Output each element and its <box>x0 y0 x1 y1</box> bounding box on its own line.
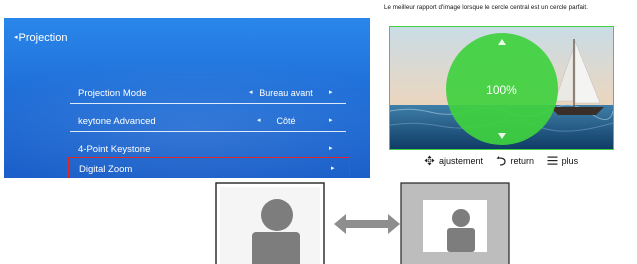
row-divider <box>70 131 346 132</box>
zoom-value-label: 100% <box>486 83 517 97</box>
back-caret-icon[interactable]: ◂ <box>14 34 18 41</box>
menu-row-value: Bureau avant <box>259 88 313 98</box>
double-arrow-icon <box>334 214 400 234</box>
arrow-left-icon[interactable]: ◂ <box>257 116 261 124</box>
dpad-icon <box>424 155 435 166</box>
legend-adjust-label: ajustement <box>439 156 484 166</box>
arrow-right-icon[interactable]: ▸ <box>329 116 333 124</box>
arrow-left-icon[interactable]: ◂ <box>249 88 253 96</box>
menu-lines-icon <box>547 156 558 165</box>
projection-menu-panel: ◂Projection Projection Mode ◂ Bureau ava… <box>4 18 370 178</box>
arrow-right-icon[interactable]: ▸ <box>331 164 335 172</box>
menu-row-label: 4-Point Keystone <box>78 144 151 155</box>
menu-row-value: Côté <box>276 116 296 126</box>
full-frame-illustration <box>215 182 325 264</box>
control-legend: ajustement return plus <box>424 155 588 166</box>
menu-row-digital-zoom-selected[interactable]: Digital Zoom ▸ <box>68 157 350 178</box>
caption-text: Le meilleur rapport d'image lorsque le c… <box>384 4 588 11</box>
menu-row-label: keytone Advanced <box>78 116 156 127</box>
legend-return-label: return <box>510 156 535 166</box>
zoomed-frame-illustration <box>400 182 510 264</box>
zoom-preview: 100% <box>389 26 614 150</box>
legend-return: return <box>496 155 535 166</box>
legend-more: plus <box>547 155 579 166</box>
menu-row-keytone-advanced[interactable]: keytone Advanced ◂ Côté ▸ <box>70 110 346 132</box>
legend-adjust: ajustement <box>424 155 483 166</box>
arrow-right-icon[interactable]: ▸ <box>329 144 333 152</box>
arrow-right-icon[interactable]: ▸ <box>329 88 333 96</box>
row-divider <box>70 103 346 104</box>
menu-row-label: Digital Zoom <box>79 164 133 175</box>
menu-row-projection-mode[interactable]: Projection Mode ◂ Bureau avant ▸ <box>70 82 346 104</box>
return-icon <box>496 156 506 166</box>
menu-row-label: Projection Mode <box>78 88 147 99</box>
menu-title-text: Projection <box>18 32 68 44</box>
menu-title[interactable]: ◂Projection <box>14 32 67 44</box>
legend-more-label: plus <box>561 156 579 166</box>
